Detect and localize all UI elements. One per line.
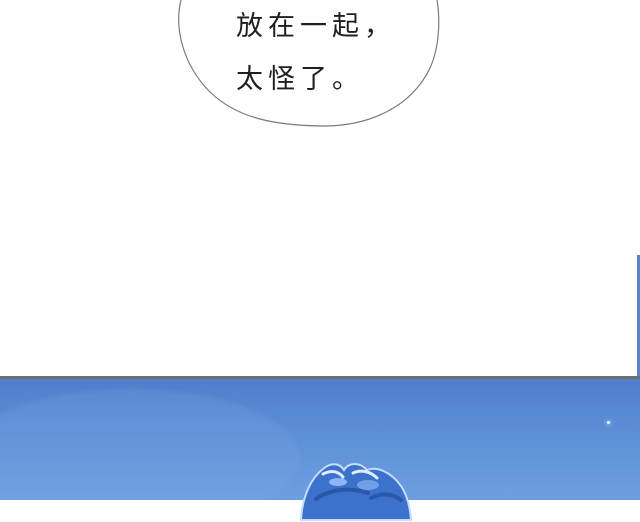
sky-glow bbox=[0, 389, 300, 500]
character-hair bbox=[299, 463, 413, 521]
star-sparkle-icon bbox=[607, 421, 610, 424]
speech-line-2: 太怪了。 bbox=[236, 64, 364, 95]
speech-bubble-text: 放在一起， 太怪了。 bbox=[236, 0, 406, 106]
speech-line-1: 放在一起， bbox=[236, 11, 396, 42]
